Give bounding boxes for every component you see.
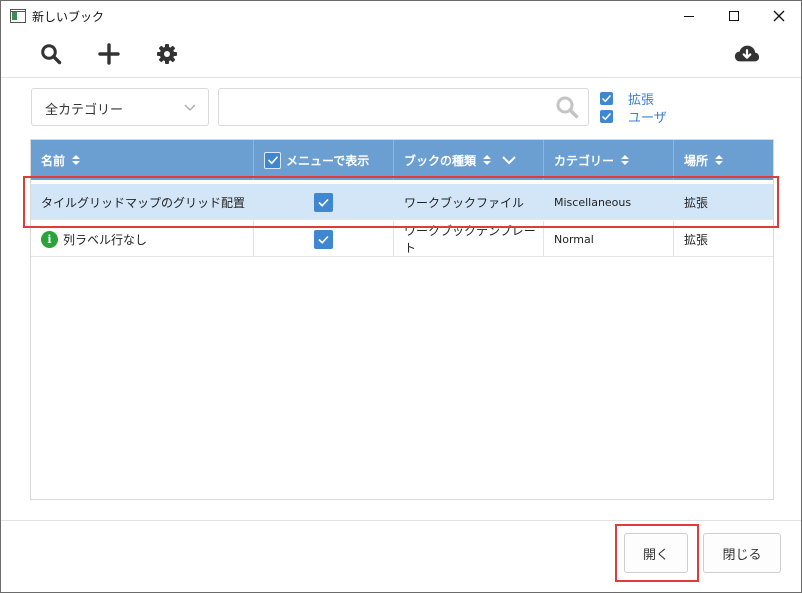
column-header-label: メニューで表示 [286, 153, 370, 168]
filter-user-checkbox[interactable]: ユーザ [600, 107, 667, 126]
filter-extension-label: 拡張 [628, 93, 655, 108]
info-icon: i [41, 230, 58, 248]
plus-icon [98, 43, 120, 65]
search-icon [41, 44, 62, 65]
toolbar [1, 31, 801, 78]
category-select-value: 全カテゴリー [45, 103, 124, 118]
chevron-down-icon[interactable] [502, 155, 516, 165]
column-header-category[interactable]: カテゴリー [544, 140, 674, 180]
chevron-down-icon [184, 104, 196, 111]
column-header-label: カテゴリー [554, 153, 615, 168]
search-icon [556, 96, 579, 119]
close-icon [773, 10, 785, 22]
app-icon [10, 9, 26, 23]
checkbox-checked-icon [600, 92, 613, 105]
header-checkbox-checked-icon[interactable] [264, 151, 281, 169]
selected-row-highlight [23, 176, 779, 228]
column-header-label: 場所 [684, 153, 709, 168]
cell-name-text: 列ラベル行なし [63, 232, 148, 247]
column-header-name[interactable]: 名前 [31, 140, 254, 180]
filter-user-label: ユーザ [628, 111, 667, 126]
sort-icon [72, 155, 81, 165]
column-header-show-in-menu[interactable]: メニューで表示 [254, 140, 394, 180]
checkbox-checked-icon[interactable] [314, 229, 333, 249]
sort-icon [715, 155, 724, 165]
close-button[interactable]: 閉じる [703, 533, 781, 573]
filter-extension-checkbox[interactable]: 拡張 [600, 89, 654, 108]
column-header-book-type[interactable]: ブックの種類 [394, 140, 544, 180]
open-button-highlight [615, 524, 699, 582]
minimize-button[interactable] [666, 1, 712, 31]
toolbar-download-button[interactable] [734, 41, 760, 67]
checkbox-checked-icon [600, 110, 613, 123]
column-header-label: 名前 [41, 153, 66, 168]
column-header-location[interactable]: 場所 [674, 140, 773, 180]
sort-icon [621, 155, 630, 165]
sort-icon [483, 155, 492, 165]
window-title: 新しいブック [32, 10, 105, 24]
gear-icon [157, 44, 177, 64]
footer-divider [1, 520, 801, 521]
maximize-button[interactable] [711, 1, 757, 31]
maximize-icon [729, 11, 739, 21]
search-input[interactable] [218, 88, 589, 126]
title-bar: 新しいブック [1, 1, 801, 31]
table-header: 名前 メニューで表示 ブックの種類 カテゴリー 場所 [31, 140, 773, 180]
toolbar-search-button[interactable] [38, 41, 64, 67]
dialog-window: 新しいブック 全カテゴリー 拡張 ユーザ 名前 メニューで表示 ブックの種類 カ… [0, 0, 802, 593]
toolbar-settings-button[interactable] [154, 41, 180, 67]
category-select[interactable]: 全カテゴリー [31, 88, 209, 126]
close-window-button[interactable] [756, 1, 802, 31]
minimize-icon [684, 15, 694, 17]
cloud-download-icon [734, 45, 760, 62]
column-header-label: ブックの種類 [404, 153, 477, 168]
toolbar-add-button[interactable] [96, 41, 122, 67]
